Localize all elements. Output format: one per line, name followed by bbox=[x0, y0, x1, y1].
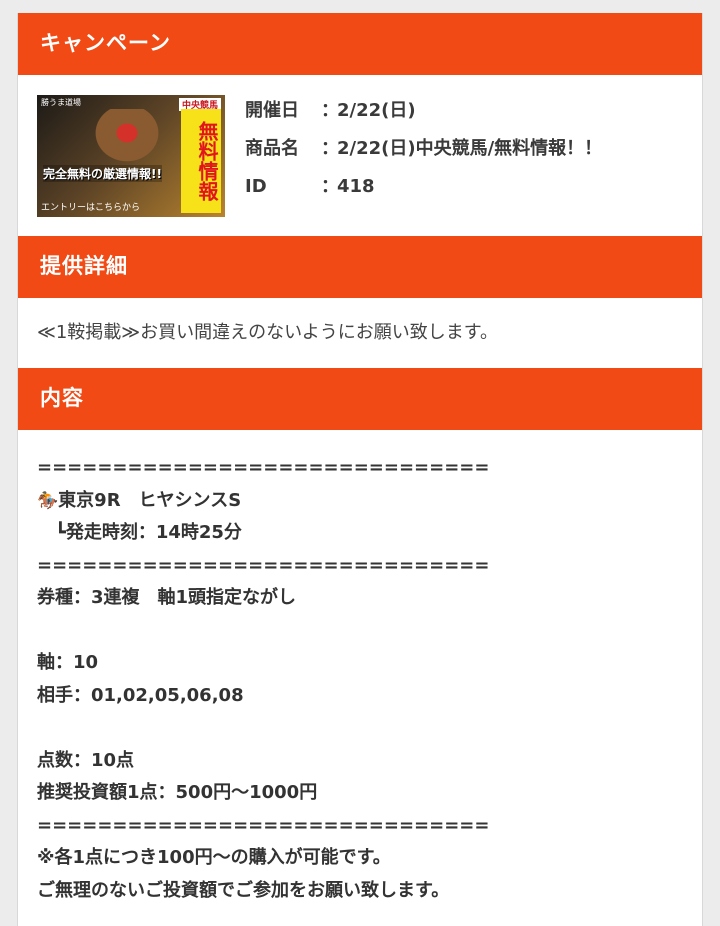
race-name: 東京9R ヒヤシンスS bbox=[58, 489, 242, 511]
info-colon: ： bbox=[321, 100, 339, 121]
info-row-id: ID ： 418 bbox=[245, 175, 602, 213]
race-title: 🏇東京9R ヒヤシンスS bbox=[37, 485, 702, 518]
banner-entry-text: エントリーはこちらから bbox=[41, 203, 141, 213]
separator-line: ============================== bbox=[37, 814, 490, 836]
horse-racing-icon: 🏇 bbox=[37, 490, 59, 511]
jockey-image bbox=[87, 109, 167, 169]
banner-free-text: 無料情報 bbox=[181, 109, 221, 213]
content-header: 内容 bbox=[18, 368, 702, 430]
banner-top-text: 勝うま道場 bbox=[41, 98, 81, 107]
partner-horses: 相手：01,02,05,06,08 bbox=[37, 684, 244, 706]
campaign-header: キャンペーン bbox=[18, 13, 702, 75]
info-label: 開催日 bbox=[245, 100, 299, 121]
campaign-body: 勝うま道場 中央競馬 無料情報 完全無料の厳選情報!! エントリーはこちらから … bbox=[18, 75, 702, 236]
campaign-banner[interactable]: 勝うま道場 中央競馬 無料情報 完全無料の厳選情報!! エントリーはこちらから bbox=[37, 95, 225, 217]
info-value: 2/22(日) bbox=[337, 100, 416, 121]
start-time: ┗発走時刻：14時25分 bbox=[37, 522, 242, 543]
separator-line: ============================== bbox=[37, 457, 490, 478]
note-line: ※各1点につき100円〜の購入が可能です。 bbox=[37, 847, 391, 868]
campaign-info: 開催日 ： 2/22(日) 商品名 ： 2/22(日)中央競馬/無料情報！！ I… bbox=[245, 99, 602, 213]
content-body: ============================== 🏇東京9R ヒヤシ… bbox=[18, 430, 702, 907]
axis-horse: 軸：10 bbox=[37, 652, 99, 673]
info-value: 2/22(日)中央競馬/無料情報！！ bbox=[337, 138, 603, 159]
info-colon: ： bbox=[321, 176, 339, 197]
banner-mid-text: 完全無料の厳選情報!! bbox=[43, 165, 162, 182]
bet-type: 券種：3連複 軸1頭指定ながし bbox=[37, 587, 297, 608]
recommended-amount: 推奨投資額1点：500円〜1000円 bbox=[37, 782, 318, 803]
info-colon: ： bbox=[321, 138, 339, 159]
separator-line: ============================== bbox=[37, 554, 490, 576]
info-label: 商品名 bbox=[245, 138, 299, 159]
bet-points: 点数：10点 bbox=[37, 749, 135, 771]
info-row-date: 開催日 ： 2/22(日) bbox=[245, 99, 602, 137]
info-value: 418 bbox=[337, 176, 375, 197]
note-line: ご無理のないご投資額でご参加をお願い致します。 bbox=[37, 879, 450, 901]
page-container: キャンペーン 勝うま道場 中央競馬 無料情報 完全無料の厳選情報!! エントリー… bbox=[17, 13, 703, 926]
info-label: ID bbox=[245, 176, 267, 197]
info-row-product: 商品名 ： 2/22(日)中央競馬/無料情報！！ bbox=[245, 137, 602, 175]
details-header: 提供詳細 bbox=[18, 236, 702, 298]
details-text: ≪1鞍掲載≫お買い間違えのないようにお願い致します。 bbox=[37, 322, 498, 343]
